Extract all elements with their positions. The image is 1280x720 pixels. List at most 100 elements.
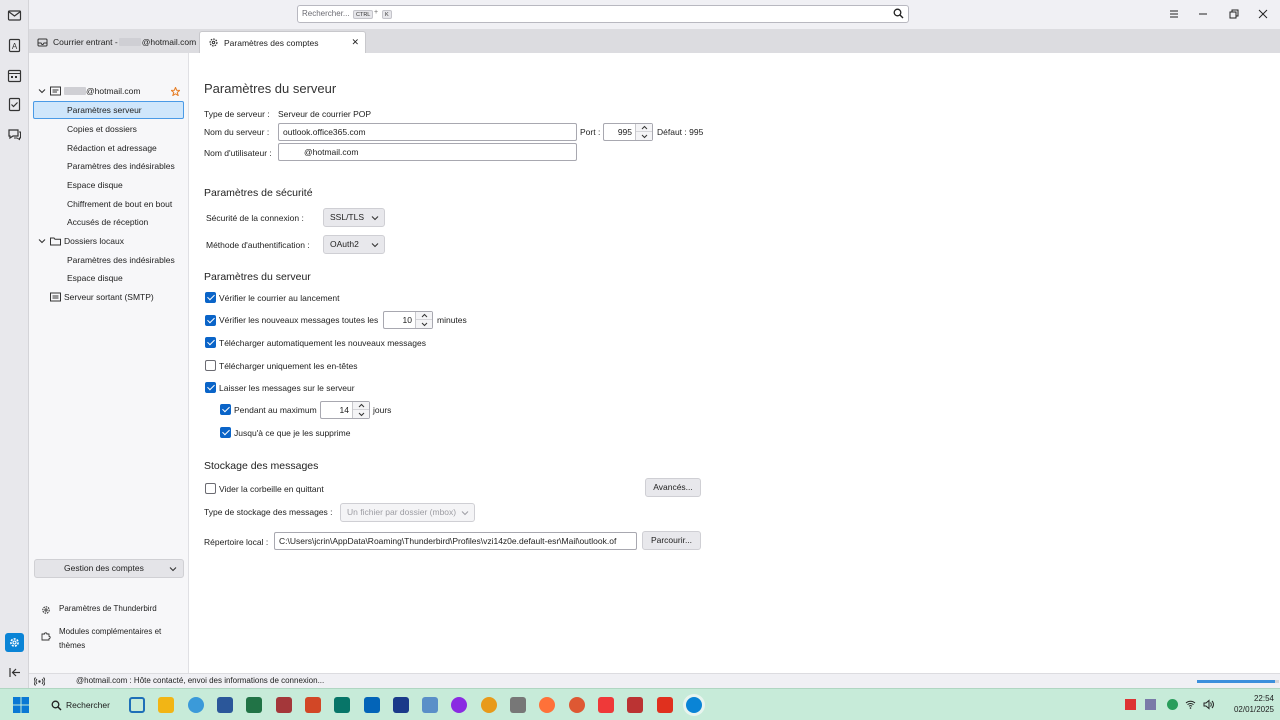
- firefox-icon[interactable]: [539, 697, 555, 713]
- powerpoint-icon[interactable]: [305, 697, 321, 713]
- check-interval-arrows[interactable]: [415, 312, 432, 328]
- wifi-icon[interactable]: [1185, 699, 1196, 710]
- online-status-icon[interactable]: [34, 676, 45, 687]
- search-icon[interactable]: [893, 8, 904, 19]
- sidebar-item-composition[interactable]: Rédaction et adressage: [29, 139, 189, 157]
- port-value: 995: [617, 127, 632, 137]
- minimize-icon[interactable]: [1196, 7, 1210, 21]
- chevron-up-icon[interactable]: [421, 313, 428, 318]
- task-view-icon[interactable]: [129, 697, 145, 713]
- settings-space-button[interactable]: [5, 633, 24, 652]
- menu-icon[interactable]: [1167, 7, 1181, 21]
- check-every-checkbox[interactable]: [205, 315, 216, 326]
- edge-icon[interactable]: [188, 697, 204, 713]
- tray-icon-1[interactable]: [1125, 699, 1136, 710]
- publisher-icon[interactable]: [334, 697, 350, 713]
- windows-start-icon[interactable]: [13, 697, 29, 713]
- close-tab-icon[interactable]: ✕: [351, 37, 359, 48]
- local-directory-field[interactable]: C:\Users\jcrin\AppData\Roaming\Thunderbi…: [274, 532, 637, 550]
- access-icon[interactable]: [276, 697, 292, 713]
- chevron-down-icon[interactable]: [38, 237, 46, 245]
- auth-method-label: Méthode d'authentification :: [206, 240, 310, 250]
- status-bar: @hotmail.com : Hôte contacté, envoi des …: [29, 673, 1280, 688]
- check-startup-checkbox[interactable]: [205, 292, 216, 303]
- excel-icon[interactable]: [246, 697, 262, 713]
- tree-local-folders[interactable]: Dossiers locaux: [29, 232, 189, 250]
- sidebar-item-e2ee[interactable]: Chiffrement de bout en bout: [29, 195, 189, 213]
- until-delete-label: Jusqu'à ce que je les supprime: [234, 428, 351, 438]
- sidebar-item-receipts[interactable]: Accusés de réception: [29, 213, 189, 231]
- vivaldi-icon[interactable]: [598, 697, 614, 713]
- tab-account-settings[interactable]: Paramètres des comptes ✕: [199, 31, 366, 53]
- days-stepper[interactable]: 14: [320, 401, 370, 419]
- headers-only-checkbox[interactable]: [205, 360, 216, 371]
- advanced-button[interactable]: Avancés...: [645, 478, 701, 497]
- sidebar-item-local-disk-space[interactable]: Espace disque: [29, 269, 189, 287]
- at-most-checkbox[interactable]: [220, 404, 231, 415]
- sidebar-item-server-settings[interactable]: Paramètres serveur: [33, 101, 184, 119]
- media-app-icon[interactable]: [451, 697, 467, 713]
- volume-icon[interactable]: [1203, 699, 1214, 710]
- search-app-icon[interactable]: [481, 697, 497, 713]
- auth-method-select[interactable]: OAuth2: [323, 235, 385, 254]
- local-folders-label: Dossiers locaux: [64, 236, 124, 246]
- until-delete-checkbox[interactable]: [220, 427, 231, 438]
- check-interval-stepper[interactable]: 10: [383, 311, 433, 329]
- sidebar-item-smtp[interactable]: Serveur sortant (SMTP): [29, 288, 189, 306]
- restore-icon[interactable]: [1227, 7, 1241, 21]
- taskbar-search[interactable]: Rechercher: [40, 695, 116, 715]
- taskbar-clock[interactable]: 22:54 02/01/2025: [1224, 693, 1274, 715]
- thunderbird-logo-icon[interactable]: [7, 8, 22, 23]
- thunderbird-taskbar-icon[interactable]: [686, 697, 702, 713]
- storage-type-select[interactable]: Un fichier par dossier (mbox): [340, 503, 475, 522]
- sidebar-item-copies-folders[interactable]: Copies et dossiers: [29, 120, 189, 138]
- chevron-down-icon[interactable]: [358, 412, 365, 417]
- app-icon-2[interactable]: [657, 697, 673, 713]
- account-management-button[interactable]: Gestion des comptes: [34, 559, 184, 578]
- tree-account[interactable]: @hotmail.com: [29, 82, 189, 100]
- sidebar-item-junk[interactable]: Paramètres des indésirables: [29, 157, 189, 175]
- word-icon[interactable]: [217, 697, 233, 713]
- chat-icon[interactable]: [7, 127, 22, 142]
- app-icon[interactable]: [627, 697, 643, 713]
- chevron-up-icon[interactable]: [641, 125, 648, 130]
- sidebar-item-disk-space[interactable]: Espace disque: [29, 176, 189, 194]
- username-field[interactable]: @hotmail.com: [278, 143, 577, 161]
- port-stepper-arrows[interactable]: [635, 124, 652, 140]
- clock-app-icon[interactable]: [393, 697, 409, 713]
- tab-bar: Courrier entrant - @hotmail.com Paramètr…: [29, 29, 1280, 53]
- outlook-icon[interactable]: [364, 697, 380, 713]
- tasks-icon[interactable]: [7, 97, 22, 112]
- leave-on-server-checkbox[interactable]: [205, 382, 216, 393]
- tab-inbox[interactable]: Courrier entrant - @hotmail.com: [29, 31, 197, 53]
- auto-download-checkbox[interactable]: [205, 337, 216, 348]
- server-name-label: Nom du serveur :: [204, 127, 270, 137]
- server-name-field[interactable]: outlook.office365.com: [278, 123, 577, 141]
- connection-security-select[interactable]: SSL/TLS: [323, 208, 385, 227]
- title-bar: Rechercher... CTRL + K: [0, 0, 1280, 29]
- empty-trash-checkbox[interactable]: [205, 483, 216, 494]
- chevron-down-icon[interactable]: [641, 134, 648, 139]
- collapse-toolbar-icon[interactable]: [7, 665, 22, 680]
- chevron-down-icon[interactable]: [38, 87, 46, 95]
- days-label: jours: [373, 405, 392, 415]
- duckduckgo-icon[interactable]: [569, 697, 585, 713]
- sidebar-item-local-junk[interactable]: Paramètres des indésirables: [29, 251, 189, 269]
- calculator-icon[interactable]: [422, 697, 438, 713]
- port-stepper[interactable]: 995: [603, 123, 653, 141]
- account-management-label: Gestion des comptes: [64, 563, 144, 573]
- tray-icon-3[interactable]: [1167, 699, 1178, 710]
- microphone-icon[interactable]: [510, 697, 526, 713]
- chevron-up-icon[interactable]: [358, 403, 365, 408]
- leave-on-server-label: Laisser les messages sur le serveur: [219, 383, 355, 393]
- calendar-icon[interactable]: [7, 68, 22, 83]
- chevron-down-icon[interactable]: [421, 322, 428, 327]
- file-explorer-icon[interactable]: [158, 697, 174, 713]
- search-input[interactable]: Rechercher... CTRL + K: [297, 5, 909, 23]
- tray-icon-2[interactable]: [1145, 699, 1156, 710]
- browse-button[interactable]: Parcourir...: [642, 531, 701, 550]
- address-book-icon[interactable]: A: [7, 38, 22, 53]
- days-stepper-arrows[interactable]: [352, 402, 369, 418]
- sidebar-item-label: Copies et dossiers: [67, 124, 137, 134]
- close-window-icon[interactable]: [1256, 7, 1270, 21]
